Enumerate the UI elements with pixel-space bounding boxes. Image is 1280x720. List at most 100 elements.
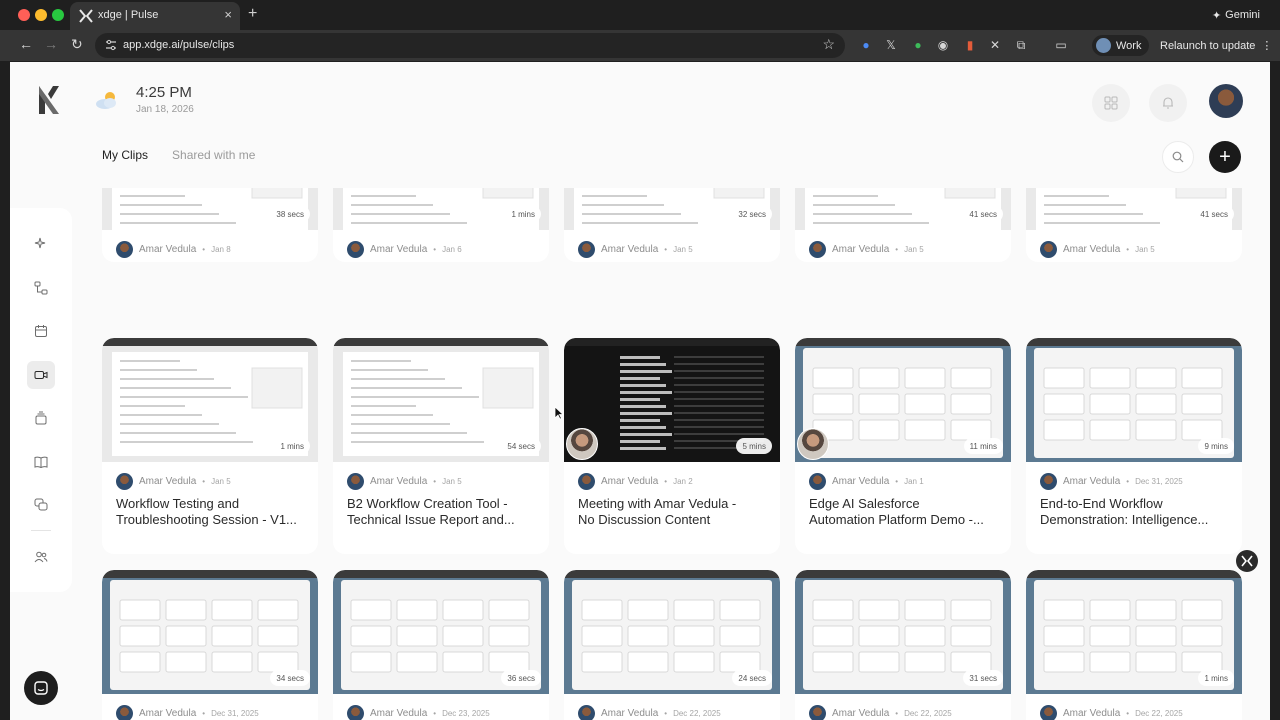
clip-thumbnail[interactable]: 5 mins — [564, 338, 780, 462]
clip-card[interactable]: 9 mins Amar Vedula • Dec 31, 2025 End-to-End… — [1026, 338, 1242, 554]
extensions-puzzle-icon[interactable]: ⧉ — [1014, 38, 1028, 52]
clip-title[interactable]: Meeting with Amar Vedula - No Discussion … — [578, 496, 768, 528]
maximize-window-button[interactable] — [52, 9, 64, 21]
extension-disc-icon[interactable]: ◉ — [936, 38, 950, 52]
clip-card[interactable]: 38 secsAmar Vedula•Jan 8Brief Technical … — [102, 188, 318, 262]
more-vert-icon[interactable]: ⋮ — [1261, 39, 1272, 52]
clip-card[interactable]: 36 secs Amar Vedula • Dec 23, 2025 — [333, 570, 549, 720]
clip-card[interactable]: 41 secsAmar Vedula•Jan 5Workflow Configu… — [795, 188, 1011, 262]
presenter-webcam-bubble — [797, 428, 829, 460]
clip-thumbnail[interactable]: 41 secs — [795, 188, 1011, 230]
clip-author: Amar Vedula — [370, 707, 428, 719]
clip-card[interactable]: 1 mins Amar Vedula • Jan 5 Workflow Testing … — [102, 338, 318, 554]
author-avatar — [578, 704, 595, 720]
sidebar-item-chats[interactable] — [31, 495, 51, 515]
bookmark-star-icon[interactable]: ☆ — [822, 36, 835, 53]
clip-meta: Amar Vedula • Jan 8 — [116, 240, 231, 258]
clip-date: Jan 5 — [442, 476, 462, 486]
new-tab-icon[interactable]: + — [248, 5, 257, 23]
address-bar[interactable]: app.xdge.ai/pulse/clips ☆ — [95, 33, 845, 58]
profile-chip[interactable]: Work — [1092, 35, 1150, 56]
clip-duration-badge: 36 secs — [501, 670, 541, 686]
sidebar-item-library[interactable] — [31, 408, 51, 428]
clip-card[interactable]: 41 secsAmar Vedula•Jan 5Video Recording … — [1026, 188, 1242, 262]
tab-shared-with-me[interactable]: Shared with me — [172, 148, 255, 162]
clip-title[interactable]: Edge AI Salesforce Automation Platform De… — [809, 496, 999, 528]
clip-card[interactable]: 24 secs Amar Vedula • Dec 22, 2025 — [564, 570, 780, 720]
tab-my-clips[interactable]: My Clips — [102, 148, 148, 162]
clip-duration-badge: 9 mins — [1198, 438, 1234, 454]
clip-card[interactable]: 54 secs Amar Vedula • Jan 5 B2 Workflow Crea… — [333, 338, 549, 554]
sidebar-item-ai[interactable] — [31, 234, 51, 254]
clip-thumbnail[interactable]: 1 mins — [333, 188, 549, 230]
add-clip-button[interactable]: + — [1209, 141, 1241, 173]
clip-thumbnail[interactable]: 54 secs — [333, 338, 549, 462]
clip-card[interactable]: 1 minsAmar Vedula•Jan 6Workflow Report U… — [333, 188, 549, 262]
clip-thumbnail[interactable]: 1 mins — [1026, 570, 1242, 694]
clip-card[interactable]: 11 mins Amar Vedula • Jan 1 Edge AI Salesfor… — [795, 338, 1011, 554]
sidebar-item-calendar[interactable] — [31, 321, 51, 341]
gemini-button[interactable]: ✦ Gemini — [1204, 6, 1268, 24]
author-avatar — [809, 472, 826, 490]
xdge-assistant-button[interactable] — [1236, 550, 1258, 572]
clip-thumbnail[interactable]: 36 secs — [333, 570, 549, 694]
xdge-extension-icon[interactable]: ✕ — [988, 38, 1002, 52]
clip-card[interactable]: 31 secs Amar Vedula • Dec 22, 2025 — [795, 570, 1011, 720]
clip-card[interactable]: 34 secs Amar Vedula • Dec 31, 2025 — [102, 570, 318, 720]
clip-thumbnail[interactable]: 38 secs — [102, 188, 318, 230]
back-arrow-icon[interactable]: ← — [19, 36, 33, 52]
clip-thumbnail[interactable]: 31 secs — [795, 570, 1011, 694]
clip-meta: Amar Vedula • Jan 1 — [809, 472, 924, 490]
sidebar-item-clips[interactable] — [27, 361, 55, 389]
close-window-button[interactable] — [18, 9, 30, 21]
relaunch-label: Relaunch to update — [1160, 39, 1256, 52]
x-twitter-icon[interactable]: 𝕏 — [884, 38, 898, 52]
clip-title[interactable]: B2 Workflow Creation Tool - Technical Iss… — [347, 496, 537, 528]
clip-thumbnail[interactable]: 34 secs — [102, 570, 318, 694]
clip-thumbnail[interactable]: 32 secs — [564, 188, 780, 230]
clip-date: Dec 23, 2025 — [442, 708, 490, 718]
clip-card[interactable]: 32 secsAmar Vedula•Jan 5Workflow Edit Bu… — [564, 188, 780, 262]
clip-meta: Amar Vedula • Dec 23, 2025 — [347, 704, 490, 720]
forward-arrow-icon[interactable]: → — [44, 36, 58, 52]
clip-title[interactable]: Workflow Testing and Troubleshooting Sess… — [116, 496, 306, 528]
extension-chrome-icon[interactable]: ● — [859, 38, 873, 52]
clips-grid: 38 secsAmar Vedula•Jan 8Brief Technical … — [102, 188, 1242, 720]
clip-thumbnail[interactable]: 9 mins — [1026, 338, 1242, 462]
clip-duration-badge: 34 secs — [270, 670, 310, 686]
people-icon — [34, 551, 48, 563]
sidebar-item-docs[interactable] — [31, 452, 51, 472]
clip-date: Dec 22, 2025 — [1135, 708, 1183, 718]
user-avatar[interactable] — [1209, 84, 1243, 118]
clip-title-line-2: Technical Issue Report and... — [347, 512, 515, 527]
clip-thumbnail[interactable]: 1 mins — [102, 338, 318, 462]
clip-duration-badge: 1 mins — [1198, 670, 1234, 686]
relaunch-button[interactable]: Relaunch to update ⋮ — [1154, 35, 1278, 56]
clip-title[interactable]: End-to-End Workflow Demonstration: Intell… — [1040, 496, 1230, 528]
presenter-webcam-bubble — [566, 428, 598, 460]
clip-date-separator: • — [202, 476, 206, 486]
clip-duration-badge: 41 secs — [963, 206, 1003, 222]
clip-card[interactable]: 5 mins Amar Vedula • Jan 2 Meeting with Amar… — [564, 338, 780, 554]
clip-meta: Amar Vedula • Jan 5 — [809, 240, 924, 258]
sidebar-item-workflows[interactable] — [31, 278, 51, 298]
support-chat-button[interactable] — [24, 671, 58, 705]
browser-tab[interactable]: xdge | Pulse × — [70, 2, 240, 30]
clip-thumbnail[interactable]: 24 secs — [564, 570, 780, 694]
extension-orange-icon[interactable]: ▮ — [963, 38, 977, 52]
clip-card[interactable]: 1 mins Amar Vedula • Dec 22, 2025 — [1026, 570, 1242, 720]
sidebar-item-team[interactable] — [31, 547, 51, 567]
search-button[interactable] — [1162, 141, 1194, 173]
clip-thumbnail[interactable]: 11 mins — [795, 338, 1011, 462]
xdge-logo-icon[interactable] — [37, 84, 61, 116]
apps-grid-button[interactable] — [1092, 84, 1130, 122]
reload-icon[interactable]: ↻ — [71, 36, 83, 53]
extension-green-icon[interactable]: ● — [911, 38, 925, 52]
notifications-button[interactable] — [1149, 84, 1187, 122]
site-settings-icon[interactable] — [105, 39, 117, 51]
minimize-window-button[interactable] — [35, 9, 47, 21]
close-tab-icon[interactable]: × — [224, 7, 232, 22]
side-panel-icon[interactable]: ▭ — [1054, 38, 1068, 52]
clip-thumbnail[interactable]: 41 secs — [1026, 188, 1242, 230]
clip-date-separator: • — [895, 708, 899, 718]
